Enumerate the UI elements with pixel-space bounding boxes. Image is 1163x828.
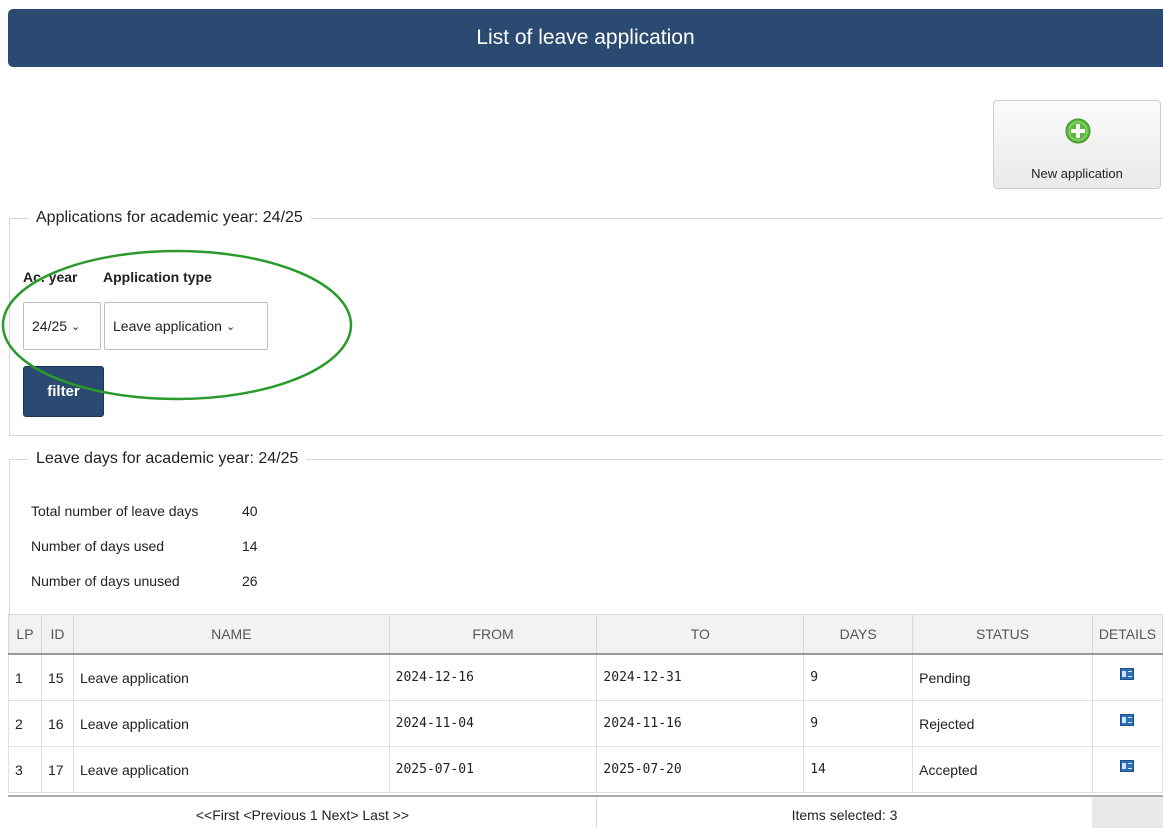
cell-to: 2024-12-31 xyxy=(596,653,805,701)
stat-total-value: 40 xyxy=(242,503,258,519)
page-title: List of leave application xyxy=(476,26,695,49)
cell-from: 2025-07-01 xyxy=(388,746,598,793)
cell-id: 15 xyxy=(40,653,74,701)
cell-details xyxy=(1091,653,1163,701)
column-header-status[interactable]: STATUS xyxy=(912,614,1093,655)
new-application-button[interactable]: New application xyxy=(993,100,1161,189)
column-header-name[interactable]: NAME xyxy=(72,614,390,655)
column-header-days[interactable]: DAYS xyxy=(803,614,914,655)
page-header: List of leave application xyxy=(8,9,1163,67)
applications-table: LP ID NAME FROM TO DAYS STATUS DETAILS 1… xyxy=(8,614,1163,793)
application-type-value: Leave application xyxy=(113,318,222,334)
stat-total-label: Total number of leave days xyxy=(31,503,199,519)
table-row: 2 16 Leave application 2024-11-04 2024-1… xyxy=(8,700,1163,747)
column-header-lp[interactable]: LP xyxy=(8,614,42,655)
cell-details xyxy=(1091,700,1163,747)
cell-id: 17 xyxy=(40,746,74,793)
cell-to: 2025-07-20 xyxy=(596,746,805,793)
column-header-to[interactable]: TO xyxy=(596,614,805,655)
pagination[interactable]: <<First <Previous 1 Next> Last >> xyxy=(8,807,597,823)
cell-from: 2024-12-16 xyxy=(388,653,598,701)
new-application-label: New application xyxy=(1031,166,1123,181)
cell-status: Pending xyxy=(912,653,1093,701)
cell-name: Leave application xyxy=(72,653,390,701)
items-selected: Items selected: 3 xyxy=(791,807,898,823)
column-header-details[interactable]: DETAILS xyxy=(1091,614,1163,655)
ac-year-label: Ac. year xyxy=(23,269,78,285)
stat-unused-value: 26 xyxy=(242,573,258,589)
application-type-label: Application type xyxy=(103,269,212,285)
cell-status: Rejected xyxy=(912,700,1093,747)
table-header-row: LP ID NAME FROM TO DAYS STATUS DETAILS xyxy=(8,614,1163,655)
ac-year-value: 24/25 xyxy=(32,318,68,334)
cell-details xyxy=(1091,746,1163,793)
stat-unused-label: Number of days unused xyxy=(31,573,180,589)
table-row: 1 15 Leave application 2024-12-16 2024-1… xyxy=(8,653,1163,701)
chevron-down-icon: ⌄ xyxy=(225,320,236,333)
stat-used-value: 14 xyxy=(242,538,258,554)
cell-lp: 2 xyxy=(8,700,42,747)
cell-status: Accepted xyxy=(912,746,1093,793)
ac-year-select[interactable]: 24/25 ⌄ xyxy=(23,302,101,350)
plus-circle-icon xyxy=(1065,118,1091,144)
footer-filler xyxy=(1092,797,1163,828)
cell-lp: 3 xyxy=(8,746,42,793)
column-header-id[interactable]: ID xyxy=(40,614,74,655)
chevron-down-icon: ⌄ xyxy=(71,320,81,333)
filter-button[interactable]: filter xyxy=(23,366,104,417)
column-header-from[interactable]: FROM xyxy=(388,614,598,655)
cell-days: 9 xyxy=(803,700,914,747)
cell-from: 2024-11-04 xyxy=(388,700,598,747)
cell-name: Leave application xyxy=(72,700,390,747)
cell-id: 16 xyxy=(40,700,74,747)
cell-lp: 1 xyxy=(8,653,42,701)
cell-days: 9 xyxy=(803,653,914,701)
filters-legend: Applications for academic year: 24/25 xyxy=(28,209,311,227)
cell-days: 14 xyxy=(803,746,914,793)
details-icon[interactable] xyxy=(1120,759,1135,772)
details-icon[interactable] xyxy=(1120,713,1135,726)
leave-days-section xyxy=(9,459,1163,615)
details-icon[interactable] xyxy=(1120,667,1135,680)
table-row: 3 17 Leave application 2025-07-01 2025-0… xyxy=(8,746,1163,793)
cell-to: 2024-11-16 xyxy=(596,700,805,747)
table-footer: <<First <Previous 1 Next> Last >> Items … xyxy=(8,795,1163,828)
stat-used-label: Number of days used xyxy=(31,538,165,554)
leave-days-legend: Leave days for academic year: 24/25 xyxy=(28,450,307,468)
application-type-select[interactable]: Leave application ⌄ xyxy=(104,302,268,350)
cell-name: Leave application xyxy=(72,746,390,793)
